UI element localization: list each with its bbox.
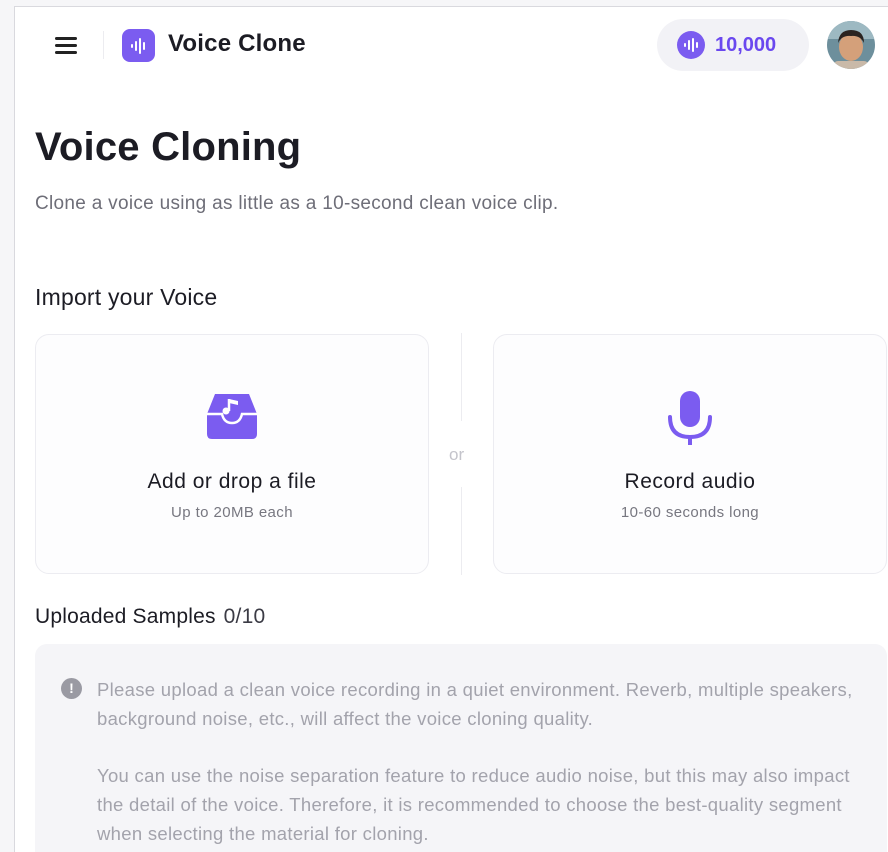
avatar[interactable] [827,21,875,69]
hamburger-menu-icon[interactable] [53,35,79,55]
credits-value: 10,000 [715,33,777,56]
waveform-coin-icon [677,31,705,59]
app-window: Voice Clone 10,000 Voice Cloning Clone a… [14,6,888,852]
header: Voice Clone 10,000 [15,7,888,83]
page-title: Voice Cloning [35,125,302,169]
music-inbox-icon [205,390,259,445]
notice-paragraph-2: You can use the noise separation feature… [97,765,850,844]
or-divider-top [461,333,462,421]
uploaded-samples-heading: Uploaded Samples 0/10 [35,605,265,629]
record-card-subtitle: 10-60 seconds long [620,504,760,521]
upload-card-subtitle: Up to 20MB each [171,504,293,521]
app-title: Voice Clone [168,30,306,57]
upload-card-title: Add or drop a file [147,470,317,493]
waveform-logo-icon [122,29,155,62]
notice-box: ! Please upload a clean voice recording … [35,644,887,852]
or-label: or [449,445,465,464]
info-icon: ! [61,678,82,699]
import-section-title: Import your Voice [35,284,218,310]
upload-file-card[interactable]: Add or drop a file Up to 20MB each [35,334,429,574]
credits-badge[interactable]: 10,000 [657,19,809,71]
microphone-icon [667,391,713,452]
header-divider [103,31,104,59]
samples-label: Uploaded Samples [35,605,216,628]
notice-paragraph-1: Please upload a clean voice recording in… [97,679,853,729]
samples-count: 0/10 [223,605,266,628]
record-card-title: Record audio [624,470,756,493]
record-audio-card[interactable]: Record audio 10-60 seconds long [493,334,887,574]
or-divider-bottom [461,487,462,575]
page-subtitle: Clone a voice using as little as a 10-se… [35,193,559,214]
